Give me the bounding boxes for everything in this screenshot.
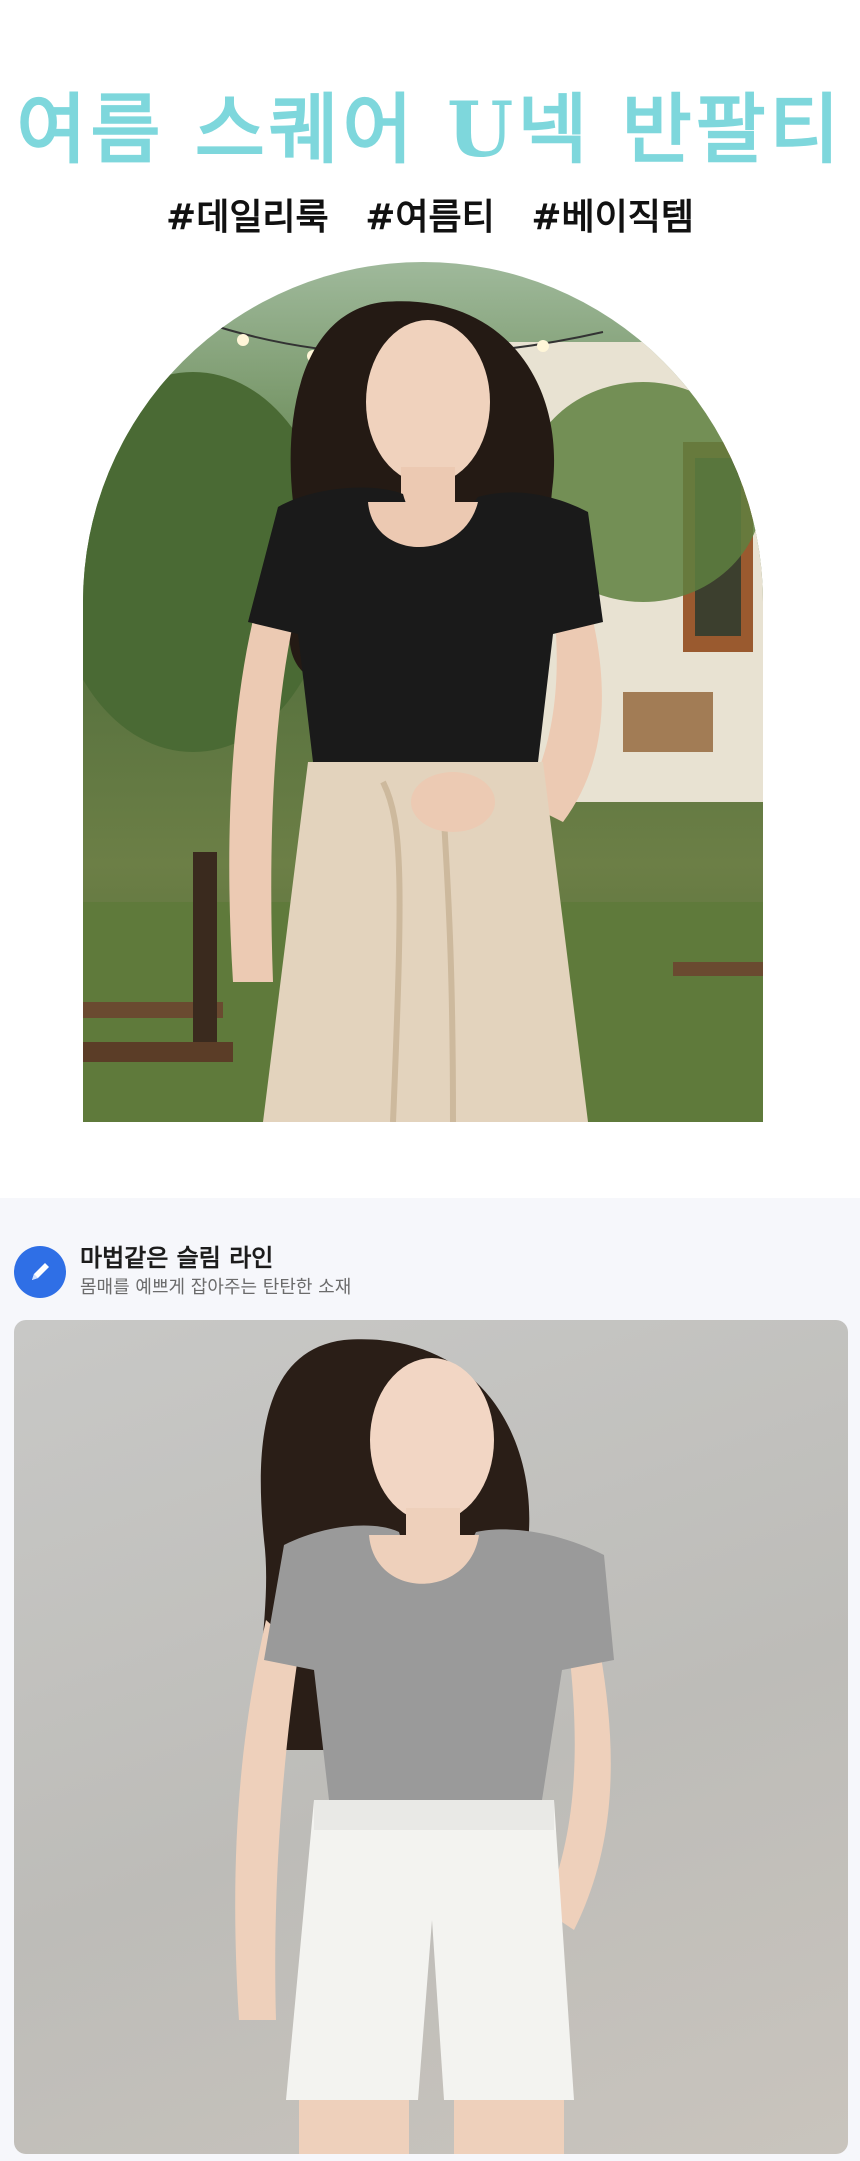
hashtag[interactable]: #베이직템 bbox=[531, 197, 694, 238]
feature-section: 마법같은 슬림 라인 몸매를 예쁘게 잡아주는 탄탄한 소재 bbox=[0, 1198, 860, 2161]
hashtag[interactable]: #여름티 bbox=[365, 197, 495, 238]
hero-section: 여름 스퀘어 U넥 반팔티 #데일리룩 #여름티 #베이직템 bbox=[0, 0, 860, 1198]
hero-model-photo bbox=[83, 262, 763, 1122]
feature-header: 마법같은 슬림 라인 몸매를 예쁘게 잡아주는 탄탄한 소재 bbox=[14, 1242, 834, 1310]
pencil-icon bbox=[14, 1246, 66, 1298]
hashtag-row: #데일리룩 #여름티 #베이직템 bbox=[0, 190, 860, 246]
feature-subtitle: 몸매를 예쁘게 잡아주는 탄탄한 소재 bbox=[80, 1277, 352, 1298]
hashtag[interactable]: #데일리룩 bbox=[166, 197, 329, 238]
feature-title: 마법같은 슬림 라인 bbox=[80, 1244, 274, 1272]
product-title: 여름 스퀘어 U넥 반팔티 bbox=[16, 85, 844, 174]
studio-model-photo bbox=[14, 1320, 848, 2154]
